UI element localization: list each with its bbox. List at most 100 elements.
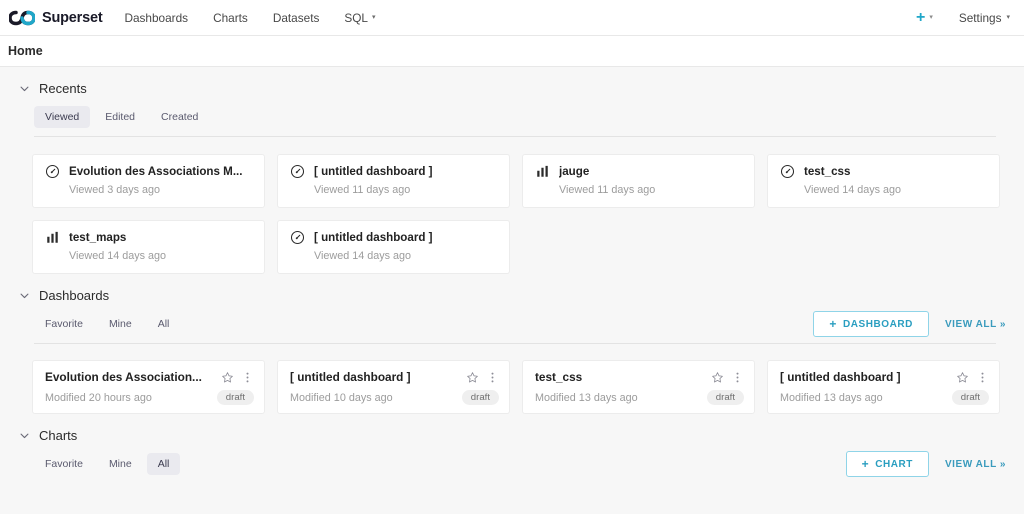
status-badge: draft xyxy=(462,390,499,405)
dashboard-card-title: Evolution des Association... xyxy=(45,370,221,384)
brand-logo-link[interactable]: Superset xyxy=(9,10,102,26)
recent-card-subtitle: Viewed 14 days ago xyxy=(45,250,252,262)
plus-icon: + xyxy=(862,458,870,470)
section-charts-title: Charts xyxy=(39,428,77,443)
more-options-icon[interactable] xyxy=(486,371,499,384)
charts-view-all-link[interactable]: VIEW ALL » xyxy=(945,459,1006,470)
dashboard-card[interactable]: Evolution des Association... Modified xyxy=(32,360,265,414)
tab-charts-favorite[interactable]: Favorite xyxy=(34,453,94,475)
create-dashboard-button[interactable]: + DASHBOARD xyxy=(813,311,929,337)
tab-dashboards-mine[interactable]: Mine xyxy=(98,313,143,335)
dashboard-card-title: [ untitled dashboard ] xyxy=(290,370,466,384)
recent-card[interactable]: [ untitled dashboard ] Viewed 11 days ag… xyxy=(277,154,510,208)
recent-card-top: [ untitled dashboard ] xyxy=(290,230,497,245)
plus-icon: + xyxy=(916,10,925,26)
chevron-down-icon xyxy=(19,83,30,94)
section-recents-title: Recents xyxy=(39,81,87,96)
tab-viewed[interactable]: Viewed xyxy=(34,106,90,128)
recent-card-title: [ untitled dashboard ] xyxy=(314,165,433,178)
recent-card-top: [ untitled dashboard ] xyxy=(290,164,497,179)
nav-item-dashboards[interactable]: Dashboards xyxy=(124,11,188,25)
recent-card-top: jauge xyxy=(535,164,742,179)
section-charts: Charts Favorite Mine All + CHART VIEW AL… xyxy=(0,414,1024,479)
recent-card[interactable]: test_maps Viewed 14 days ago xyxy=(32,220,265,274)
section-dashboards-title: Dashboards xyxy=(39,288,109,303)
dashboards-view-all-link[interactable]: VIEW ALL » xyxy=(945,319,1006,330)
dashboard-card[interactable]: [ untitled dashboard ] Modified 13 day xyxy=(767,360,1000,414)
recent-card[interactable]: Evolution des Associations M... Viewed 3… xyxy=(32,154,265,208)
tab-dashboards-all[interactable]: All xyxy=(147,313,181,335)
dashboard-gauge-icon xyxy=(45,164,60,179)
recent-card-subtitle: Viewed 3 days ago xyxy=(45,184,252,196)
star-icon[interactable] xyxy=(466,371,479,384)
tab-charts-mine[interactable]: Mine xyxy=(98,453,143,475)
section-charts-header[interactable]: Charts xyxy=(16,414,1008,449)
infinity-logo-icon xyxy=(9,10,35,26)
plus-icon: + xyxy=(829,318,837,330)
nav-item-dashboards-label: Dashboards xyxy=(124,11,188,25)
charts-tabs: Favorite Mine All xyxy=(34,453,180,475)
recent-card-title: test_maps xyxy=(69,231,126,244)
dashboard-card-top: test_css xyxy=(535,370,744,384)
dashboard-gauge-icon xyxy=(290,230,305,245)
create-chart-button[interactable]: + CHART xyxy=(846,451,929,477)
dashboard-card-bottom: Modified 13 days ago draft xyxy=(535,390,744,405)
more-options-icon[interactable] xyxy=(241,371,254,384)
new-item-button[interactable]: + ▾ xyxy=(916,10,933,26)
section-dashboards-header[interactable]: Dashboards xyxy=(16,274,1008,309)
tab-created[interactable]: Created xyxy=(150,106,209,128)
dashboard-card-subtitle: Modified 20 hours ago xyxy=(45,392,217,404)
nav-item-charts-label: Charts xyxy=(213,11,248,25)
nav-item-datasets[interactable]: Datasets xyxy=(273,11,320,25)
settings-menu[interactable]: Settings ▾ xyxy=(959,11,1010,25)
tab-edited[interactable]: Edited xyxy=(94,106,146,128)
dashboard-card-bottom: Modified 10 days ago draft xyxy=(290,390,499,405)
dashboard-card-actions xyxy=(221,371,254,384)
section-dashboards: Dashboards Favorite Mine All + DASHBOARD… xyxy=(0,274,1024,414)
section-recents: Recents Viewed Edited Created Evolution … xyxy=(0,67,1024,274)
recents-tabs-row: Viewed Edited Created xyxy=(16,102,1008,132)
dashboard-gauge-icon xyxy=(780,164,795,179)
chevron-down-icon: ▾ xyxy=(372,14,376,21)
dashboard-card[interactable]: test_css Modified 13 days ago xyxy=(522,360,755,414)
dashboard-card[interactable]: [ untitled dashboard ] Modified 10 day xyxy=(277,360,510,414)
page-body: Recents Viewed Edited Created Evolution … xyxy=(0,67,1024,479)
charts-tabs-row: Favorite Mine All + CHART VIEW ALL » xyxy=(16,449,1008,479)
recent-card[interactable]: jauge Viewed 11 days ago xyxy=(522,154,755,208)
bar-chart-icon xyxy=(535,164,550,179)
star-icon[interactable] xyxy=(711,371,724,384)
section-recents-header[interactable]: Recents xyxy=(16,67,1008,102)
star-icon[interactable] xyxy=(221,371,234,384)
recents-card-grid: Evolution des Associations M... Viewed 3… xyxy=(16,137,1008,274)
dashboard-card-top: [ untitled dashboard ] xyxy=(780,370,989,384)
create-chart-label: CHART xyxy=(875,459,913,470)
recent-card[interactable]: test_css Viewed 14 days ago xyxy=(767,154,1000,208)
dashboard-card-bottom: Modified 20 hours ago draft xyxy=(45,390,254,405)
recent-card-top: test_css xyxy=(780,164,987,179)
dashboard-gauge-icon xyxy=(290,164,305,179)
dashboard-card-top: [ untitled dashboard ] xyxy=(290,370,499,384)
status-badge: draft xyxy=(707,390,744,405)
nav-item-charts[interactable]: Charts xyxy=(213,11,248,25)
nav-item-datasets-label: Datasets xyxy=(273,11,320,25)
dashboard-card-actions xyxy=(711,371,744,384)
dashboards-card-grid: Evolution des Association... Modified xyxy=(16,344,1008,414)
chevron-down-icon xyxy=(19,430,30,441)
dashboard-card-bottom: Modified 13 days ago draft xyxy=(780,390,989,405)
nav-item-sql[interactable]: SQL ▾ xyxy=(344,11,375,25)
star-icon[interactable] xyxy=(956,371,969,384)
dashboard-card-subtitle: Modified 10 days ago xyxy=(290,392,462,404)
bar-chart-icon xyxy=(45,230,60,245)
recent-card-subtitle: Viewed 14 days ago xyxy=(290,250,497,262)
breadcrumb-bar: Home xyxy=(0,36,1024,67)
more-options-icon[interactable] xyxy=(976,371,989,384)
navbar-right: + ▾ Settings ▾ xyxy=(916,10,1010,26)
tab-dashboards-favorite[interactable]: Favorite xyxy=(34,313,94,335)
recent-card[interactable]: [ untitled dashboard ] Viewed 14 days ag… xyxy=(277,220,510,274)
dashboard-card-subtitle: Modified 13 days ago xyxy=(535,392,707,404)
dashboard-card-subtitle: Modified 13 days ago xyxy=(780,392,952,404)
tab-charts-all[interactable]: All xyxy=(147,453,181,475)
chevron-down-icon: ▾ xyxy=(929,14,933,21)
more-options-icon[interactable] xyxy=(731,371,744,384)
recent-card-subtitle: Viewed 11 days ago xyxy=(535,184,742,196)
